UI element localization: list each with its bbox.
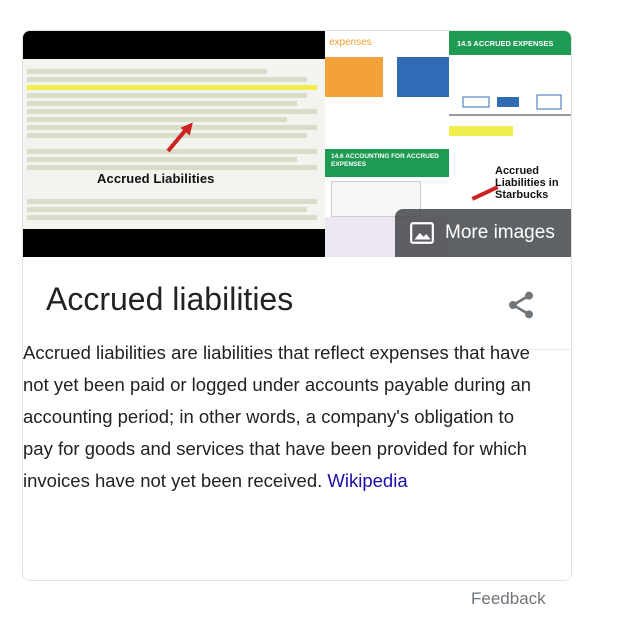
feedback-link[interactable]: Feedback: [471, 589, 546, 609]
image-thumbnail-main[interactable]: Accrued Liabilities: [23, 31, 325, 257]
wikipedia-link[interactable]: Wikipedia: [327, 470, 407, 491]
image-strip: Accrued Liabilities expenses 14.6 ACCOUN…: [23, 31, 571, 257]
more-images-button[interactable]: More images: [395, 209, 571, 257]
image-icon: [410, 222, 434, 244]
image-heading: expenses: [329, 37, 372, 48]
more-images-label: More images: [445, 222, 555, 243]
image-banner: 14.6 ACCOUNTING FOR ACCRUED EXPENSES: [325, 149, 449, 177]
knowledge-panel-card: Accrued Liabilities expenses 14.6 ACCOUN…: [22, 30, 572, 581]
image-banner: 14.5 ACCRUED EXPENSES: [449, 31, 571, 55]
description: Accrued liabilities are liabilities that…: [23, 337, 533, 497]
diagram-icon: [449, 94, 571, 116]
share-icon[interactable]: [505, 289, 537, 321]
page-title: Accrued liabilities: [46, 281, 294, 317]
spreadsheet-slide: Accrued Liabilities: [23, 59, 325, 229]
description-text: Accrued liabilities are liabilities that…: [23, 342, 532, 491]
image-caption: Accrued Liabilities in Starbucks: [495, 165, 559, 201]
image-caption: Accrued Liabilities: [97, 171, 215, 186]
